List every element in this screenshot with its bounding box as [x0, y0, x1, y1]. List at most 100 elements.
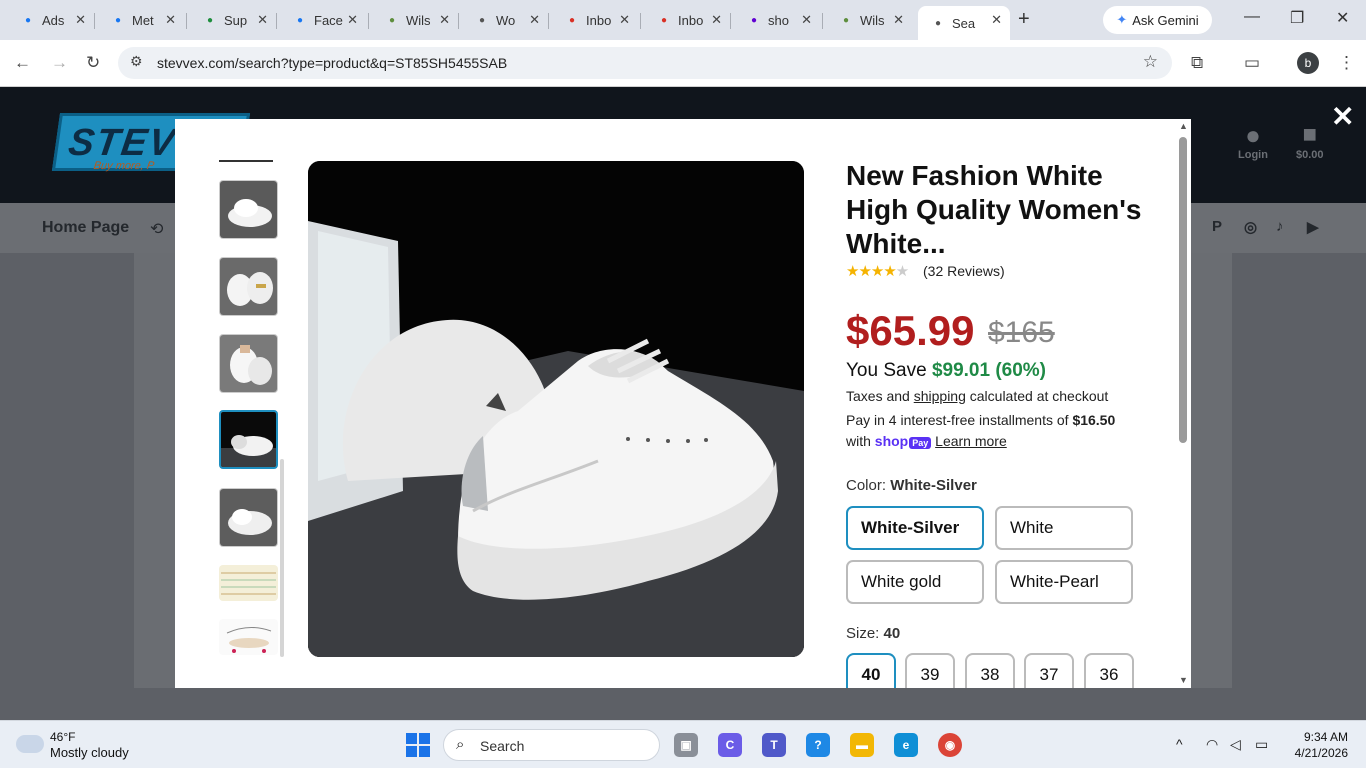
tab-close-icon[interactable]: ✕ [165, 12, 176, 28]
nav-home-link[interactable]: Home Page [42, 219, 129, 237]
color-option-white[interactable]: White [995, 506, 1133, 550]
edge-icon[interactable]: e [894, 733, 918, 757]
tab-3[interactable]: ● Sup ✕ [190, 6, 276, 34]
tab-1[interactable]: ● Ads ✕ [8, 6, 94, 34]
chrome-icon[interactable]: ◉ [938, 733, 962, 757]
tab-title: Sea [952, 15, 976, 31]
tab-close-icon[interactable]: ✕ [75, 12, 86, 28]
thumbnail-6-image [219, 565, 278, 601]
tray-overflow-icon[interactable]: ^ [1176, 736, 1183, 752]
new-tab-button[interactable]: + [1018, 8, 1030, 31]
ask-gemini-button[interactable]: ✦ Ask Gemini [1103, 6, 1212, 34]
restore-icon[interactable]: ❐ [1290, 8, 1304, 28]
thumbnail-5[interactable] [219, 488, 278, 547]
tax-pre: Taxes and [846, 388, 910, 404]
wifi-icon[interactable]: ◠ [1206, 736, 1218, 753]
tab-close-icon[interactable]: ✕ [619, 12, 630, 28]
modal-scrollbar[interactable]: ▲ ▼ [1179, 121, 1188, 685]
sneaker-photo [308, 161, 804, 657]
bookmark-star-icon[interactable]: ☆ [1143, 52, 1158, 72]
minimize-icon[interactable]: — [1244, 8, 1260, 26]
youtube-icon[interactable]: ▶ [1307, 218, 1319, 236]
tab-close-icon[interactable]: ✕ [347, 12, 358, 28]
teams-icon[interactable]: T [762, 733, 786, 757]
help-icon[interactable]: ? [806, 733, 830, 757]
taskbar-search[interactable]: ⌕ Search [443, 729, 660, 761]
copilot-icon[interactable]: C [718, 733, 742, 757]
windows-start-icon[interactable] [406, 733, 430, 757]
tab-title: sho [768, 12, 789, 28]
tab-close-icon[interactable]: ✕ [711, 12, 722, 28]
size-option-36[interactable]: 36 [1084, 653, 1134, 688]
tab-close-icon[interactable]: ✕ [439, 12, 450, 28]
modal-scroll-thumb[interactable] [1179, 137, 1187, 443]
thumbnail-4-selected[interactable] [219, 410, 278, 469]
file-explorer-icon[interactable]: ▬ [850, 733, 874, 757]
with-text: with [846, 433, 871, 449]
scroll-up-icon[interactable]: ▲ [1179, 121, 1188, 131]
tab-9[interactable]: ● sho ✕ [734, 6, 820, 34]
battery-icon[interactable]: ▭ [1255, 736, 1268, 753]
size-option-39[interactable]: 39 [905, 653, 955, 688]
thumbnail-3[interactable] [219, 334, 278, 393]
tab-title: Met [132, 12, 154, 28]
cart-link[interactable]: ■ $0.00 [1296, 121, 1324, 161]
profile-avatar[interactable]: b [1297, 52, 1319, 74]
tab-11[interactable]: ● Sea ✕ [918, 6, 1010, 40]
scroll-down-icon[interactable]: ▼ [1179, 675, 1188, 685]
url-text[interactable]: stevvex.com/search?type=product&q=ST85SH… [157, 55, 507, 71]
tab-title: Face [314, 12, 343, 28]
task-view-icon[interactable]: ▣ [674, 733, 698, 757]
thumbnail-1[interactable] [219, 180, 278, 239]
tab-2[interactable]: ● Met ✕ [98, 6, 184, 34]
tab-5[interactable]: ● Wils ✕ [372, 6, 458, 34]
close-window-icon[interactable]: ✕ [1336, 8, 1349, 28]
gemini-icon: ✦ [1116, 12, 1128, 27]
menu-icon[interactable]: ⋮ [1338, 53, 1355, 73]
size-option-38[interactable]: 38 [965, 653, 1015, 688]
color-option-white-pearl[interactable]: White-Pearl [995, 560, 1133, 604]
thumbnail-partial [219, 160, 273, 162]
review-count[interactable]: (32 Reviews) [923, 263, 1005, 279]
tab-10[interactable]: ● Wils ✕ [826, 6, 912, 34]
instagram-icon[interactable]: ◎ [1244, 218, 1257, 236]
reload-icon[interactable]: ↻ [86, 53, 100, 73]
tab-close-icon[interactable]: ✕ [991, 12, 1002, 28]
close-modal-icon[interactable]: ✕ [1331, 100, 1354, 133]
tab-close-icon[interactable]: ✕ [257, 12, 268, 28]
tax-post: calculated at checkout [969, 388, 1109, 404]
volume-icon[interactable]: ◁ [1230, 736, 1241, 753]
pinterest-icon[interactable]: P [1212, 218, 1222, 235]
thumbnail-2[interactable] [219, 257, 278, 316]
tab-search-icon[interactable]: ▭ [1244, 53, 1260, 73]
tab-7[interactable]: ● Inbo ✕ [552, 6, 638, 34]
forward-icon[interactable]: → [51, 53, 68, 73]
extensions-icon[interactable]: ⧉ [1191, 53, 1203, 73]
thumbnail-scrollbar[interactable] [280, 459, 284, 657]
color-option-white-gold[interactable]: White gold [846, 560, 984, 604]
tab-4[interactable]: ● Face ✕ [280, 6, 366, 34]
thumbnail-6-size-chart[interactable] [219, 565, 278, 601]
thumbnail-7-sizing-guide[interactable] [219, 619, 278, 655]
color-option-white-silver[interactable]: White-Silver [846, 506, 984, 550]
site-settings-icon[interactable]: ⚙ [130, 53, 143, 70]
login-link[interactable]: ● Login [1238, 121, 1268, 161]
tab-title: Wils [406, 12, 431, 28]
history-icon[interactable]: ⟲ [150, 219, 163, 239]
tab-close-icon[interactable]: ✕ [893, 12, 904, 28]
product-info: New Fashion White High Quality Women's W… [846, 159, 1146, 688]
back-icon[interactable]: ← [14, 53, 31, 73]
tab-6[interactable]: ● Wo ✕ [462, 6, 548, 34]
omnibox[interactable]: ⚙ stevvex.com/search?type=product&q=ST85… [118, 47, 1172, 79]
tab-close-icon[interactable]: ✕ [801, 12, 812, 28]
cart-icon: ■ [1302, 121, 1318, 148]
tab-close-icon[interactable]: ✕ [529, 12, 540, 28]
shipping-link[interactable]: shipping [914, 388, 966, 404]
tiktok-icon[interactable]: ♪ [1276, 218, 1284, 235]
learn-more-link[interactable]: Learn more [935, 433, 1007, 449]
size-option-37[interactable]: 37 [1024, 653, 1074, 688]
system-clock[interactable]: 9:34 AM 4/21/2026 [1290, 729, 1348, 761]
main-product-image[interactable] [308, 161, 804, 657]
tab-8[interactable]: ● Inbo ✕ [644, 6, 730, 34]
size-option-40[interactable]: 40 [846, 653, 896, 688]
